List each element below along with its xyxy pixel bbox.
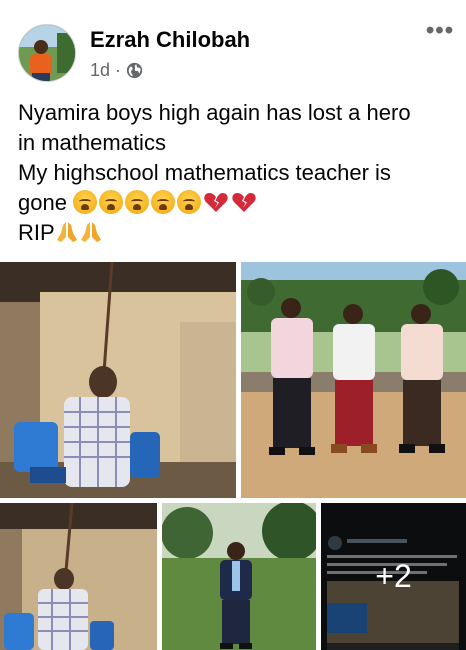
post-text-line: RIP	[18, 218, 458, 248]
photo-5[interactable]: +2	[321, 503, 466, 650]
author-avatar[interactable]	[18, 24, 76, 82]
more-options-icon[interactable]: •••	[424, 19, 456, 46]
post-text-word: RIP	[18, 220, 55, 245]
post-text-line: My highschool mathematics teacher is	[18, 160, 391, 185]
broken-heart-icon	[204, 193, 228, 212]
post-header: Ezrah Chilobah 1d · •••	[0, 0, 466, 90]
photo-2[interactable]	[241, 262, 466, 498]
photo-4[interactable]	[162, 503, 316, 650]
post-text-line: gone	[18, 188, 458, 218]
praying-hands-icon	[80, 222, 101, 242]
broken-heart-icon	[232, 193, 256, 212]
crying-face-icon	[125, 190, 150, 214]
post-text-line: in mathematics	[18, 130, 166, 155]
post-text: Nyamira boys high again has lost a hero …	[18, 98, 458, 248]
post-time[interactable]: 1d	[90, 60, 110, 81]
post-text-word: gone	[18, 190, 67, 215]
crying-face-icon	[151, 190, 176, 214]
photo-3[interactable]	[0, 503, 157, 650]
photo-1[interactable]	[0, 262, 236, 498]
author-name[interactable]: Ezrah Chilobah	[90, 27, 250, 53]
post-text-line: Nyamira boys high again has lost a hero	[18, 100, 411, 125]
post-meta: 1d ·	[90, 60, 143, 81]
praying-hands-icon	[56, 222, 77, 242]
photo-grid: +2	[0, 262, 466, 650]
meta-separator: ·	[115, 60, 122, 80]
crying-face-icon	[99, 190, 124, 214]
globe-icon[interactable]	[126, 62, 143, 79]
crying-face-icon	[73, 190, 98, 214]
crying-face-icon	[177, 190, 202, 214]
more-photos-count: +2	[375, 558, 412, 594]
more-photos-overlay[interactable]: +2	[321, 503, 466, 650]
